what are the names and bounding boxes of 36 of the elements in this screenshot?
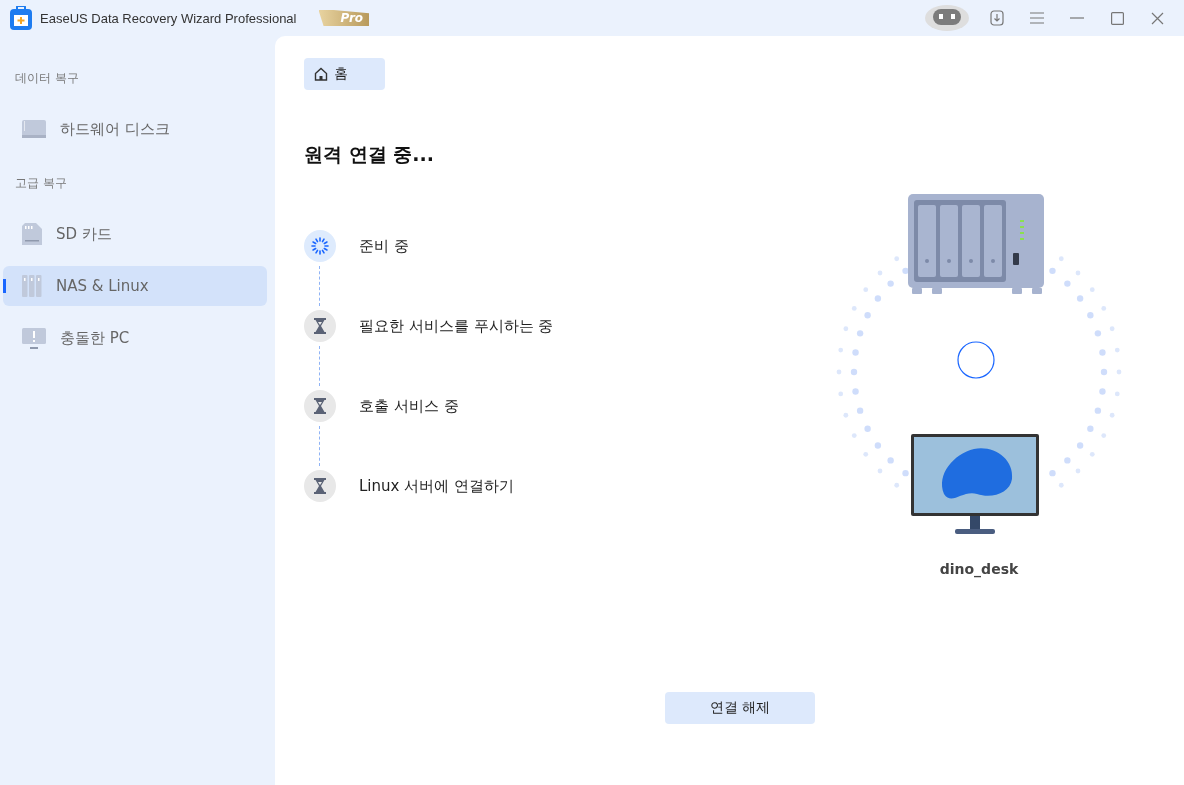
sd-card-icon <box>22 223 42 245</box>
section-heading: 데이터 복구 <box>14 70 80 87</box>
sidebar-item[interactable]: NAS & Linux <box>3 266 267 306</box>
sidebar-item-label: 하드웨어 디스크 <box>60 119 170 139</box>
robot-mascot-icon[interactable] <box>924 3 970 33</box>
server-icon <box>22 275 42 297</box>
home-breadcrumb[interactable]: 홈 <box>304 58 385 90</box>
sidebar-item-label: NAS & Linux <box>56 277 149 295</box>
pro-badge: Pro <box>318 10 370 26</box>
section-heading: 고급 복구 <box>14 175 68 192</box>
app-logo-icon <box>10 6 32 30</box>
sidebar-item-label: 충돌한 PC <box>60 328 130 348</box>
drive-icon <box>22 120 46 138</box>
close-icon <box>1150 11 1164 25</box>
sidebar-item[interactable]: 충돌한 PC <box>3 318 267 358</box>
warning-monitor-icon <box>22 327 46 349</box>
sidebar-item[interactable]: SD 카드 <box>3 214 267 254</box>
device-name: dino_desk <box>939 561 1019 577</box>
hourglass-icon <box>314 478 326 494</box>
step-label: Linux 서버에 연결하기 <box>359 476 514 496</box>
step-label: 필요한 서비스를 푸시하는 중 <box>359 316 554 336</box>
hourglass-icon <box>314 398 326 414</box>
home-icon <box>314 67 328 81</box>
hourglass-icon <box>314 318 326 334</box>
step-label: 호출 서비스 중 <box>359 396 459 416</box>
spinner-icon <box>311 237 329 255</box>
sidebar-item[interactable]: 하드웨어 디스크 <box>3 109 267 149</box>
download-icon <box>990 10 1004 26</box>
sidebar-item-label: SD 카드 <box>56 224 112 244</box>
step-label: 준비 중 <box>359 236 409 256</box>
window-title: EaseUS Data Recovery Wizard Professional <box>40 10 297 26</box>
maximize-icon <box>1110 11 1124 25</box>
disconnect-button[interactable]: 연결 해제 <box>665 692 815 724</box>
menu-icon <box>1030 12 1044 24</box>
page-heading: 원격 연결 중... <box>304 142 435 167</box>
minimize-icon <box>1070 17 1084 19</box>
